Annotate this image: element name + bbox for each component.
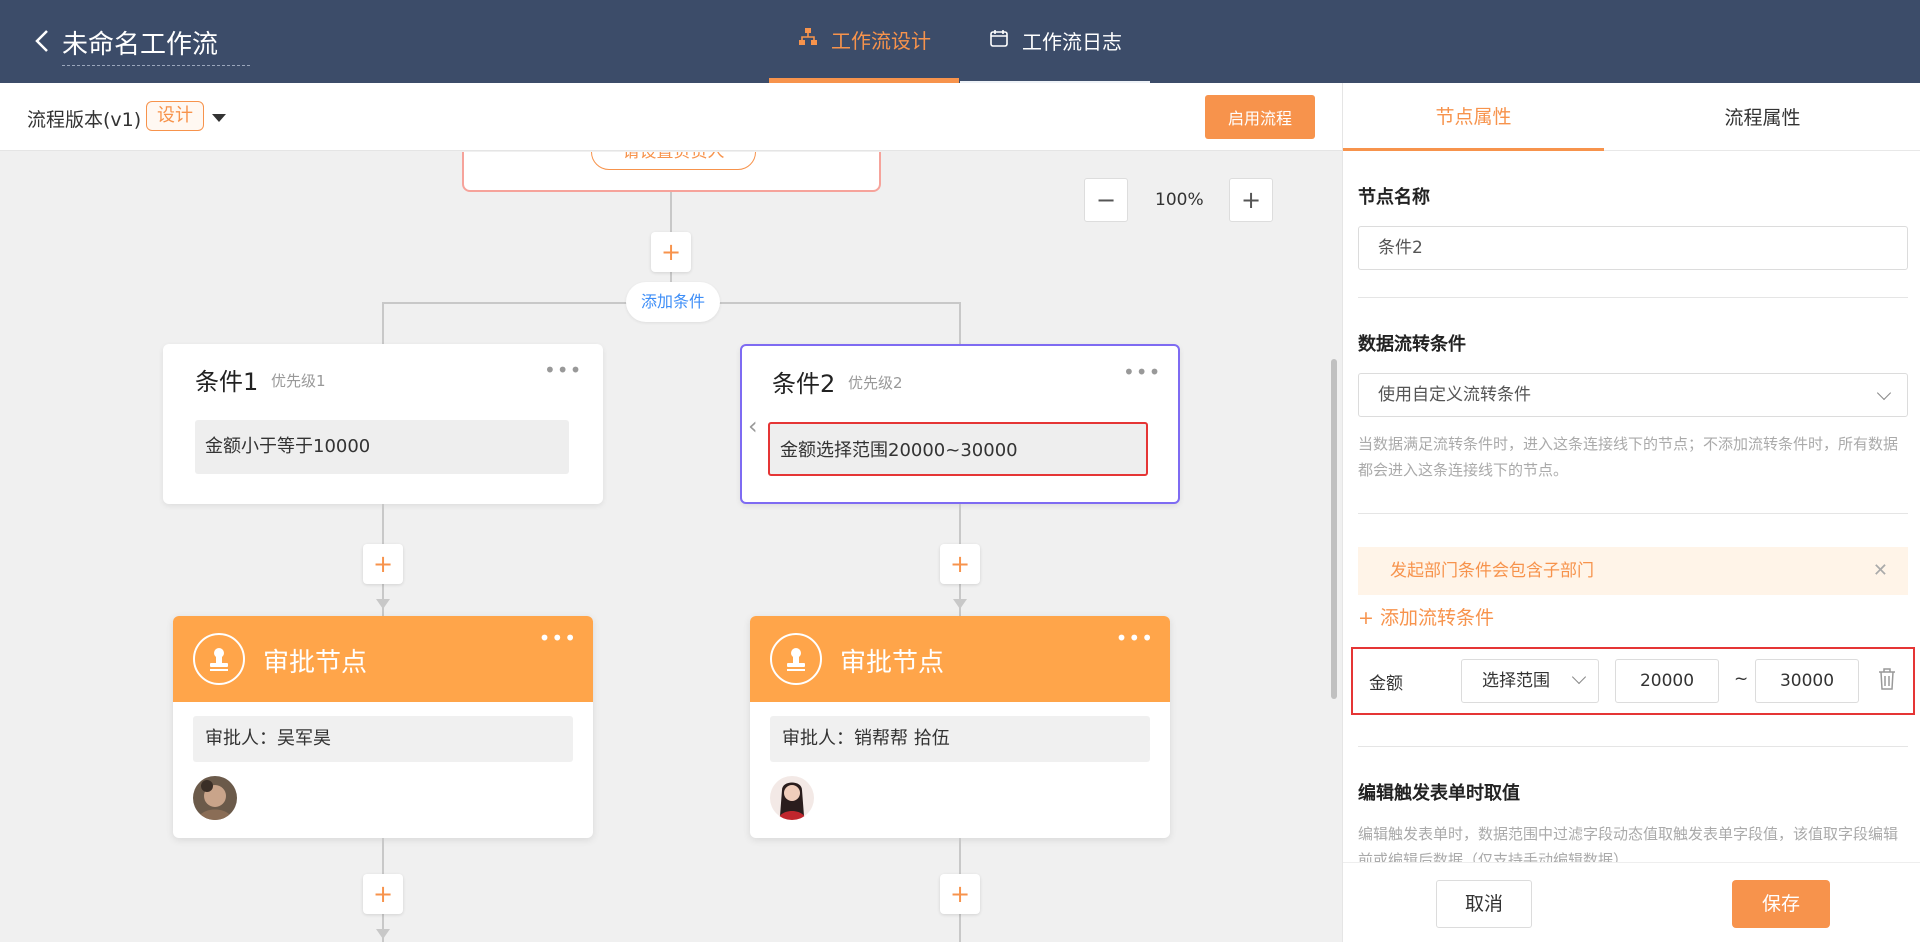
condition-priority: 优先级2 <box>848 374 903 392</box>
range-separator: ~ <box>1734 669 1749 689</box>
condition-summary: 金额选择范围20000~30000 <box>768 422 1148 476</box>
chevron-down-icon <box>1876 385 1892 401</box>
arrow-down-icon <box>953 599 967 609</box>
workflow-canvas[interactable]: 请设置负责人 + 添加条件 条件1 优先级1 ••• 金额小于等于10000 ‹… <box>0 152 1342 942</box>
notice-banner: 发起部门条件会包含子部门 ✕ <box>1358 547 1908 595</box>
tab-flow-properties[interactable]: 流程属性 <box>1604 83 1920 151</box>
flow-condition-label: 数据流转条件 <box>1358 334 1466 355</box>
panel-footer: 取消 保存 <box>1343 862 1920 942</box>
set-owner-button[interactable]: 请设置负责人 <box>591 152 756 170</box>
add-node-button[interactable]: + <box>363 874 403 914</box>
select-value: 选择范围 <box>1482 671 1550 691</box>
chevron-down-icon <box>1571 669 1587 685</box>
arrow-down-icon <box>376 929 390 939</box>
condition-summary: 金额小于等于10000 <box>195 420 569 474</box>
add-node-button[interactable]: + <box>363 544 403 584</box>
stamp-icon <box>193 633 245 685</box>
more-icon[interactable]: ••• <box>1116 626 1154 650</box>
close-icon[interactable]: ✕ <box>1873 547 1888 595</box>
rule-operator-select[interactable]: 选择范围 <box>1461 659 1599 703</box>
version-status-badge: 设计 <box>146 101 204 131</box>
trash-icon[interactable] <box>1877 667 1897 691</box>
version-bar: 流程版本(v1) 设计 启用流程 <box>0 83 1342 151</box>
stamp-icon <box>770 633 822 685</box>
avatar <box>193 776 237 820</box>
properties-panel: 节点属性 流程属性 节点名称 条件2 数据流转条件 使用自定义流转条件 当数据满… <box>1342 83 1920 942</box>
calendar-icon <box>988 27 1010 54</box>
add-condition-button[interactable]: 添加条件 <box>626 282 720 322</box>
approver-text: 审批人：销帮帮 拾伍 <box>770 716 1150 762</box>
flow-condition-select[interactable]: 使用自定义流转条件 <box>1358 373 1908 417</box>
condition-title: 条件1 <box>195 368 259 396</box>
approval-title: 审批节点 <box>840 648 945 678</box>
condition-card-1[interactable]: 条件1 优先级1 ••• 金额小于等于10000 <box>163 344 603 504</box>
condition-priority: 优先级1 <box>271 372 326 390</box>
approval-header: 审批节点 ••• <box>173 616 593 702</box>
rule-min-input[interactable]: 20000 <box>1615 659 1719 703</box>
condition-title: 条件2 <box>772 370 836 398</box>
divider <box>1358 513 1908 514</box>
approval-header: 审批节点 ••• <box>750 616 1170 702</box>
node-name-input[interactable]: 条件2 <box>1358 226 1908 270</box>
tab-workflow-design[interactable]: 工作流设计 <box>769 0 959 83</box>
condition-rule-row: 金额 选择范围 20000 ~ 30000 <box>1351 647 1915 715</box>
top-node[interactable]: 请设置负责人 <box>462 152 881 192</box>
avatar <box>770 776 814 820</box>
approval-title: 审批节点 <box>263 648 368 678</box>
save-button[interactable]: 保存 <box>1732 880 1830 928</box>
move-left-icon[interactable]: ‹ <box>748 412 758 440</box>
tab-workflow-log[interactable]: 工作流日志 <box>960 0 1150 83</box>
enable-workflow-button[interactable]: 启用流程 <box>1205 95 1315 139</box>
condition-card-2[interactable]: ‹ 条件2 优先级2 ••• 金额选择范围20000~30000 <box>740 344 1180 504</box>
connector-line <box>382 302 384 344</box>
approver-text: 审批人：吴军昊 <box>193 716 573 762</box>
add-node-button[interactable]: + <box>651 232 691 272</box>
cancel-button[interactable]: 取消 <box>1436 880 1532 928</box>
version-dropdown-caret-icon[interactable] <box>212 114 226 122</box>
node-name-label: 节点名称 <box>1358 187 1430 208</box>
more-icon[interactable]: ••• <box>544 358 582 382</box>
edit-trigger-label: 编辑触发表单时取值 <box>1358 783 1520 804</box>
back-arrow-icon[interactable] <box>28 26 58 56</box>
arrow-down-icon <box>376 599 390 609</box>
zoom-level: 100% <box>1155 190 1204 210</box>
add-rule-button[interactable]: + 添加流转条件 <box>1358 603 1494 630</box>
canvas-scrollbar[interactable] <box>1331 359 1337 699</box>
notice-text: 发起部门条件会包含子部门 <box>1390 561 1594 581</box>
approval-node-1[interactable]: 审批节点 ••• 审批人：吴军昊 <box>173 616 593 838</box>
add-node-button[interactable]: + <box>940 544 980 584</box>
approval-node-2[interactable]: 审批节点 ••• 审批人：销帮帮 拾伍 <box>750 616 1170 838</box>
flow-condition-hint: 当数据满足流转条件时，进入这条连接线下的节点；不添加流转条件时，所有数据都会进入… <box>1358 435 1899 479</box>
version-label: 流程版本(v1) <box>27 109 142 131</box>
add-node-button[interactable]: + <box>940 874 980 914</box>
rule-field: 金额 <box>1369 674 1403 694</box>
tab-label: 工作流设计 <box>831 28 931 53</box>
more-icon[interactable]: ••• <box>1123 360 1161 384</box>
tab-label: 工作流日志 <box>1022 30 1122 54</box>
tab-node-properties[interactable]: 节点属性 <box>1343 83 1604 151</box>
more-icon[interactable]: ••• <box>539 626 577 650</box>
zoom-in-button[interactable]: + <box>1229 178 1273 222</box>
zoom-out-button[interactable]: − <box>1084 178 1128 222</box>
connector-line <box>959 302 961 344</box>
top-header: 未命名工作流 工作流设计 工作流日志 <box>0 0 1920 83</box>
workflow-title[interactable]: 未命名工作流 <box>62 24 250 66</box>
divider <box>1358 746 1908 747</box>
sitemap-icon <box>797 26 819 53</box>
select-value: 使用自定义流转条件 <box>1378 385 1531 405</box>
divider <box>1358 297 1908 298</box>
rule-max-input[interactable]: 30000 <box>1755 659 1859 703</box>
